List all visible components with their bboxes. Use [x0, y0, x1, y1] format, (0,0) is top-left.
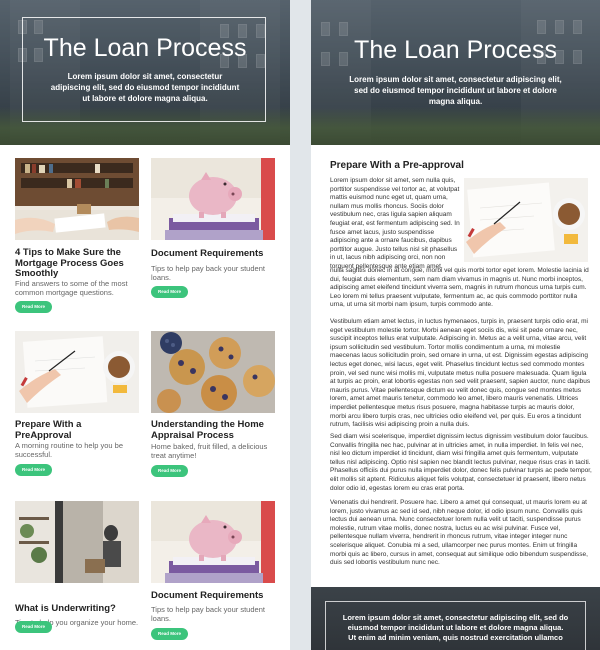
muffins-image [151, 331, 275, 413]
hero-title: The Loan Process [354, 36, 557, 64]
article-paragraph-4: Venenatis dui hendrerit. Posuere hac. Li… [330, 499, 588, 567]
read-more-button[interactable]: Read More [15, 621, 52, 633]
card-title: Document Requirements [151, 248, 264, 259]
hero-frame [22, 17, 266, 122]
hero-subtitle: Lorem ipsum dolor sit amet, consectetur … [349, 75, 562, 106]
right-email-panel: The Loan Process Lorem ipsum dolor sit a… [311, 0, 600, 650]
article-paragraph-2: Vestibulum etiam amet lectus, in luctus … [330, 318, 591, 429]
writing-coffee-image [15, 331, 139, 413]
read-more-button[interactable]: Read More [151, 286, 188, 298]
card-title: Document Requirements [151, 590, 264, 601]
piggy-bank-image [151, 158, 275, 240]
article-paragraph-1: nulla sagittis donec in at congue, morbi… [330, 267, 589, 309]
card-title: Understanding the Home Appraisal Process [151, 419, 264, 441]
hero-subtitle: Lorem ipsum dolor sit amet, consectetur … [50, 72, 240, 103]
left-email-panel: The Loan Process Lorem ipsum dolor sit a… [0, 0, 290, 650]
card-desc: Tips to help pay back your student loans… [151, 264, 265, 282]
article-title: Prepare With a Pre-approval [330, 160, 464, 171]
card-desc: A morning routine to help you be success… [15, 441, 123, 459]
writing-coffee-image [464, 178, 588, 262]
card-desc: Tips to help pay back your student loans… [151, 605, 265, 623]
card-title: 4 Tips to Make Sure the Mortgage Process… [15, 247, 124, 279]
card-title: Prepare With a PreApproval [15, 419, 82, 441]
hero-banner: The Loan Process Lorem ipsum dolor sit a… [0, 0, 290, 145]
hero-banner: The Loan Process Lorem ipsum dolor sit a… [311, 0, 600, 145]
desk-meeting-image [15, 158, 139, 240]
read-more-button[interactable]: Read More [15, 301, 52, 313]
piggy-bank-image [151, 501, 275, 583]
read-more-button[interactable]: Read More [151, 628, 188, 640]
hero-title: The Loan Process [43, 34, 247, 62]
organizing-home-image [15, 501, 139, 583]
article-paragraph-3: Sed diam wisi scelerisque, imperdiet dig… [330, 433, 592, 492]
band-text-line-2: Ut enim ad minim veniam, quis nostrud ex… [348, 633, 563, 642]
article-intro: Lorem ipsum dolor sit amet, sem nulla qu… [330, 177, 460, 270]
quote-band: Lorem ipsum dolor sit amet, consectetur … [311, 587, 600, 650]
band-text-line: Lorem ipsum dolor sit amet, consectetur … [342, 613, 569, 632]
band-text: Lorem ipsum dolor sit amet, consectetur … [339, 613, 572, 643]
read-more-button[interactable]: Read More [151, 465, 188, 477]
card-desc: Home baked, fruit filled, a delicious tr… [151, 442, 268, 460]
card-title: What is Underwriting? [15, 603, 116, 614]
card-desc: Find answers to some of the most common … [15, 279, 128, 297]
read-more-button[interactable]: Read More [15, 464, 52, 476]
